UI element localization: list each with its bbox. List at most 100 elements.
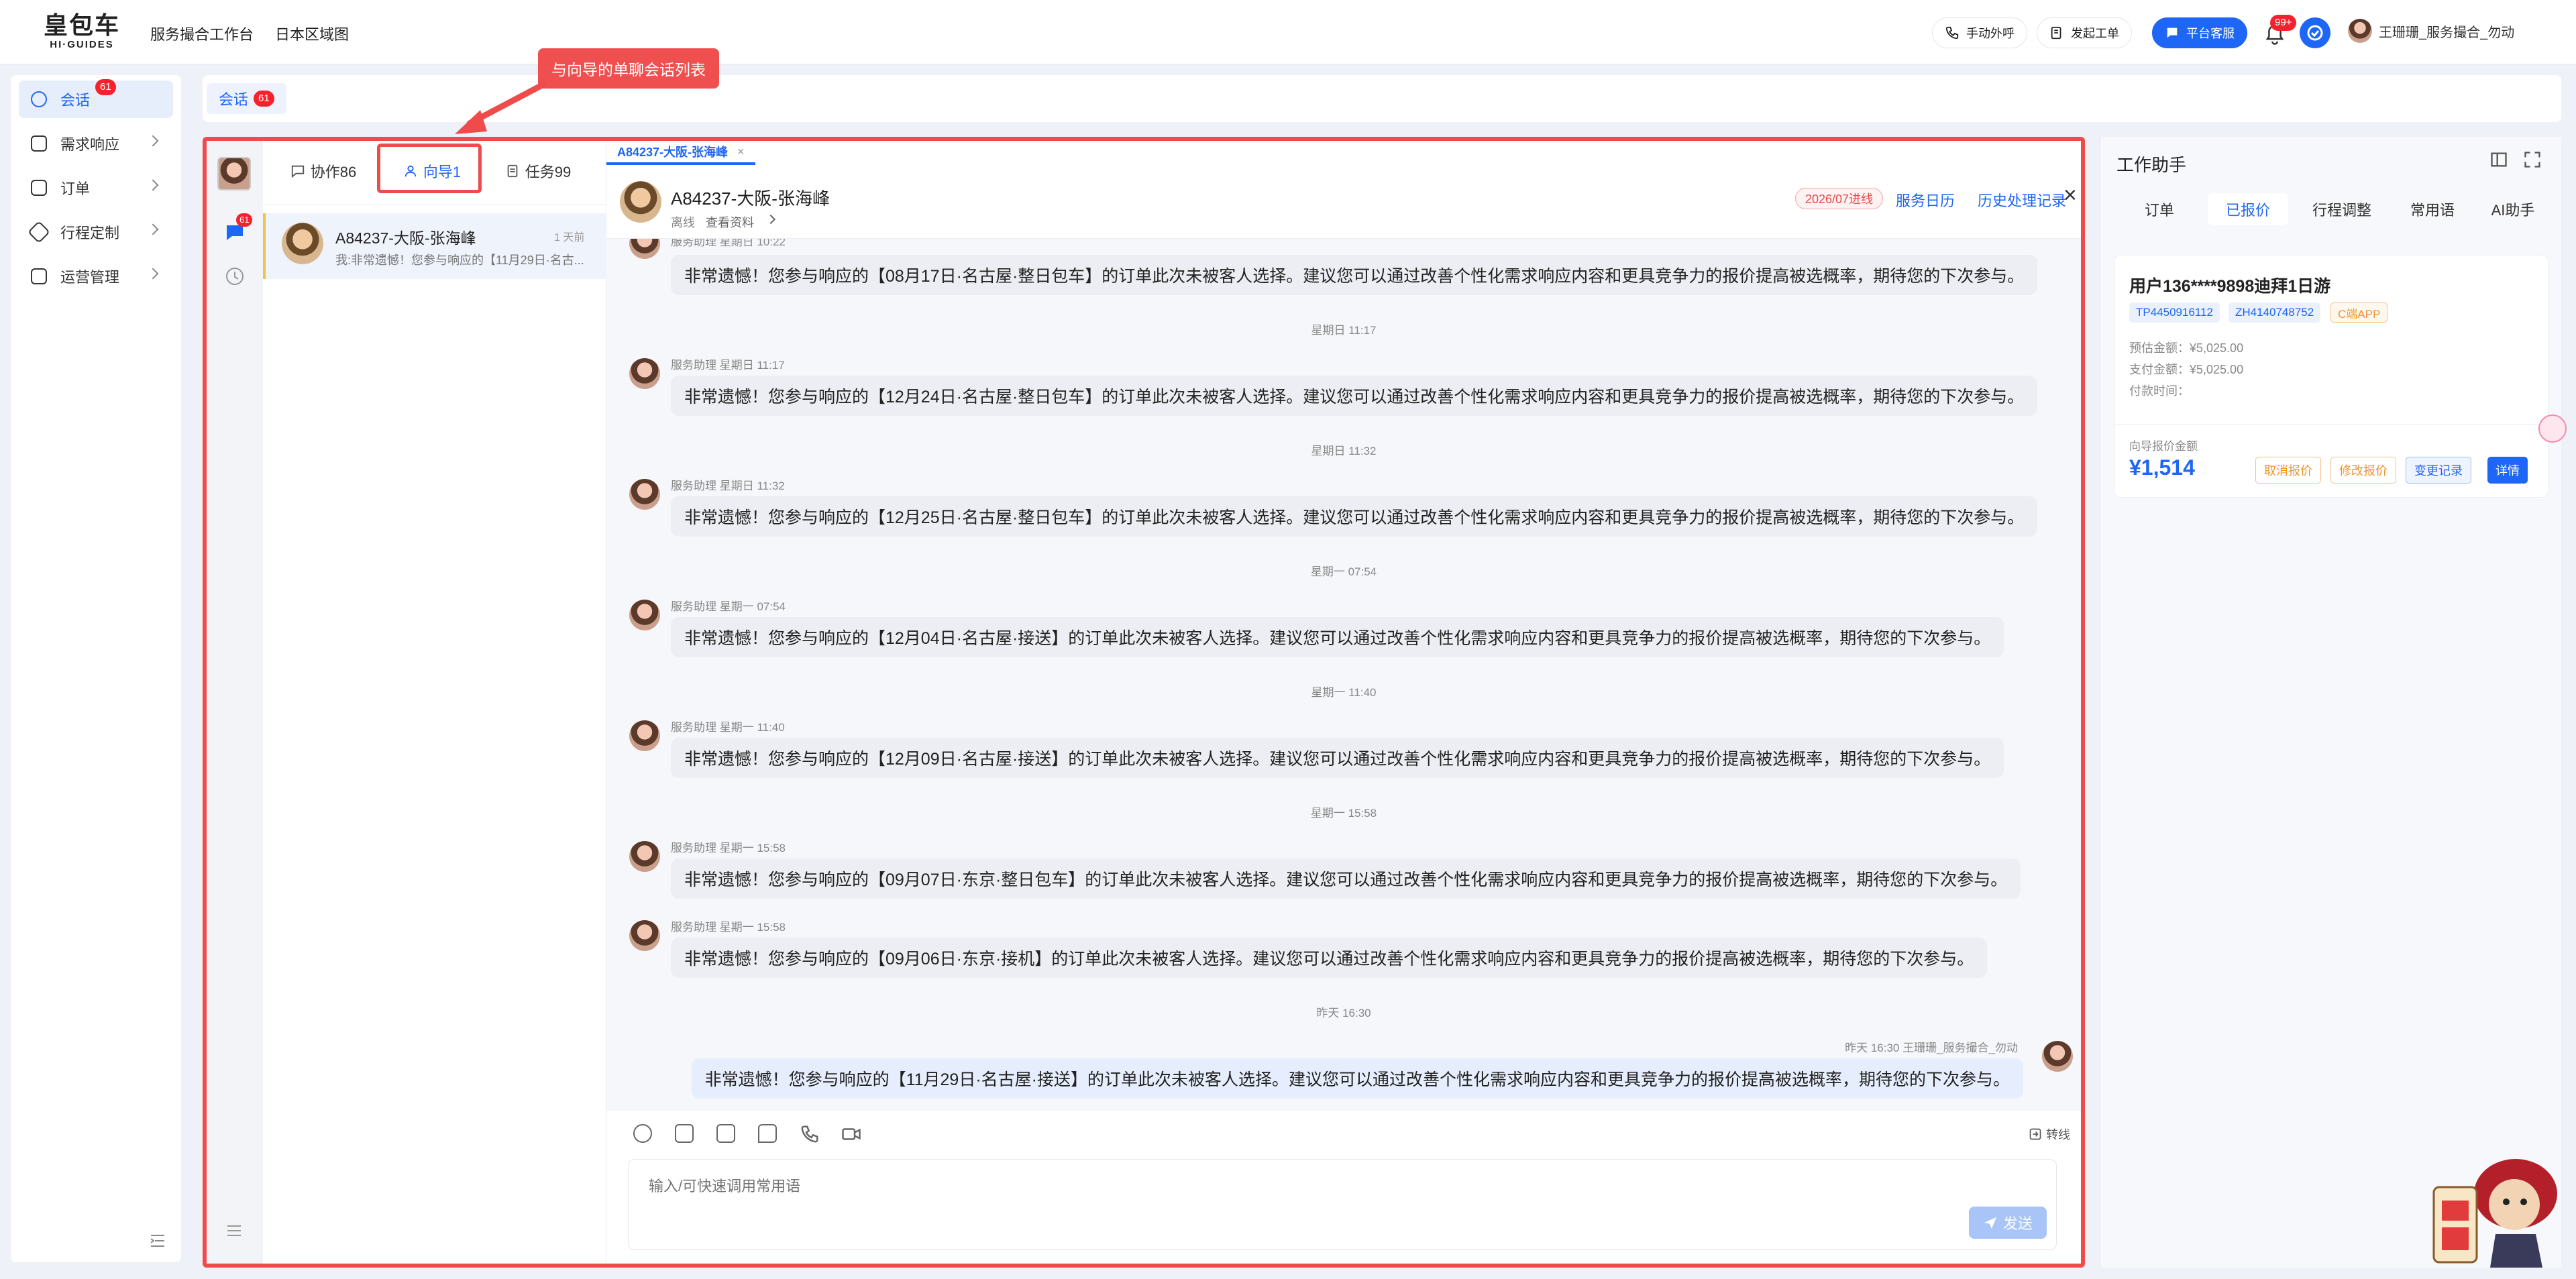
create-ticket-button[interactable]: 发起工单 [2037,17,2132,48]
list-item[interactable]: A84237-大阪-张海峰 1 天前 我:非常遗憾！您参与响应的【11月29日·… [263,213,606,279]
sidebar-item-orders[interactable]: 订单 [19,169,173,207]
notification-bell[interactable]: 99+ [2262,15,2297,47]
paid-amount: 支付金额：¥5,025.00 [2129,363,2244,376]
message-meta: 服务助理 星期一 07:54 [671,600,786,613]
transfer-button[interactable]: 转线 [2029,1125,2070,1143]
manual-call-label: 手动外呼 [1966,27,2015,40]
document-icon [507,164,518,178]
message-input[interactable] [629,1160,2056,1213]
message-bubble: 非常遗憾！您参与响应的【09月06日·东京·接机】的订单此次未被客人选择。建议您… [671,938,1988,978]
fullscreen-icon[interactable] [2523,150,2542,169]
chat-icon [291,165,304,178]
message-meta: 服务助理 星期日 11:17 [671,359,785,372]
chat-header: A84237-大阪-张海峰 离线 查看资料 2026/07进线 服务日历 历史处… [606,165,2081,239]
manual-call-button[interactable]: 手动外呼 [1932,17,2027,48]
time-divider: 星期日 11:17 [1311,324,1377,337]
phone-icon[interactable] [800,1124,820,1144]
quote-value: ¥1,514 [2129,455,2195,480]
tab-itinerary-adjust[interactable]: 行程调整 [2295,193,2389,225]
sidebar-badge: 61 [95,79,116,95]
work-assistant-panel: 工作助手 订单 已报价 行程调整 常用语 AI助手 用户136****9898迪… [2100,137,2561,1268]
change-log-button[interactable]: 变更记录 [2406,457,2471,484]
sidebar-item-conversations[interactable]: 会话 61 [19,79,173,118]
history-clock-icon[interactable] [224,266,246,287]
transfer-icon [2029,1128,2041,1140]
message-bubble: 非常遗憾！您参与响应的【12月09日·名古屋·接送】的订单此次未被客人选择。建议… [671,738,2004,778]
platform-service-button[interactable]: 平台客服 [2152,17,2247,48]
sidebar-item-itinerary[interactable]: 行程定制 [19,213,173,251]
cancel-quote-button[interactable]: 取消报价 [2255,457,2321,484]
compass-icon [28,221,50,243]
inbound-tag: 2026/07进线 [1795,188,1884,209]
chat-title: A84237-大阪-张海峰 [671,188,830,209]
send-label: 发送 [2002,1215,2033,1232]
floating-helper-icon[interactable] [2538,414,2567,443]
send-button[interactable]: 发送 [1969,1207,2047,1239]
nav-service-workbench[interactable]: 服务撮合工作台 [150,23,254,44]
message-meta: 服务助理 星期一 15:58 [671,921,786,934]
chevron-right-icon [147,268,159,280]
tab-common-phrases[interactable]: 常用语 [2396,193,2469,225]
chevron-right-icon [147,179,159,191]
layout-icon[interactable] [2489,150,2508,169]
message-bubble: 非常遗憾！您参与响应的【12月04日·名古屋·接送】的订单此次未被客人选择。建议… [671,617,2004,657]
modify-quote-button[interactable]: 修改报价 [2330,457,2396,484]
rail-badge: 61 [236,213,253,227]
assistant-avatar [629,239,660,259]
conversation-name: A84237-大阪-张海峰 [335,229,476,247]
chat-tab[interactable]: A84237-大阪-张海峰 × [606,141,755,165]
sidebar-item-demand-response[interactable]: 需求响应 [19,125,173,162]
estimated-amount: 预估金额：¥5,025.00 [2129,341,2244,355]
folder-icon[interactable] [716,1124,735,1143]
video-icon[interactable] [841,1124,861,1144]
collapse-sidebar-icon[interactable] [149,1233,166,1249]
chevron-right-icon [765,214,776,225]
segment-tasks[interactable]: 任务99 [488,149,588,193]
panel-title: 工作助手 [2116,155,2187,175]
chevron-right-icon [147,135,159,147]
user-avatar [2042,1041,2073,1072]
view-profile-link[interactable]: 查看资料 [706,213,754,231]
time-divider: 星期一 07:54 [1310,565,1377,578]
assistant-avatar [629,479,660,510]
list-icon [31,135,47,152]
tab-conversations[interactable]: 会话 61 [207,83,286,114]
my-message-bubble: 非常遗憾！您参与响应的【11月29日·名古屋·接送】的订单此次未被客人选择。建议… [691,1058,2023,1099]
user-avatar [2348,19,2372,43]
logo-text-cn: 皇包车 [43,11,120,40]
brand-logo[interactable]: 皇包车 HI·GUIDES [42,12,122,50]
annotation-arrow-icon [455,81,547,134]
quick-action-button[interactable] [2300,17,2330,48]
close-chat-icon[interactable]: × [2063,182,2077,209]
order-card[interactable]: 用户136****9898迪拜1日游 TP4450916112 ZH414074… [2114,255,2548,449]
segment-collaboration[interactable]: 协作86 [276,149,370,193]
sidebar-item-label: 订单 [60,180,91,197]
user-menu[interactable]: 王珊珊_服务撮合_勿动 [2348,19,2514,43]
menu-icon[interactable] [225,1223,243,1238]
conversation-list: 协作86 向导1 任务99 A84237-大阪-张海峰 1 天前 我:非常遗憾！… [263,141,606,1264]
history-records-link[interactable]: 历史处理记录 [1978,189,2066,211]
service-calendar-link[interactable]: 服务日历 [1896,189,1955,211]
sidebar-item-operations[interactable]: 运营管理 [19,258,173,295]
message-list[interactable]: 服务助理 星期日 10:22 非常遗憾！您参与响应的【08月17日·名古屋·整日… [606,239,2081,1111]
close-tab-icon[interactable]: × [737,145,745,159]
details-button[interactable]: 详情 [2487,457,2528,484]
agent-avatar[interactable] [217,157,251,190]
message-meta: 服务助理 星期一 15:58 [671,842,786,854]
message-meta: 服务助理 星期日 11:32 [671,480,785,492]
tab-quoted[interactable]: 已报价 [2208,193,2288,225]
order-number-chip: TP4450916112 [2129,302,2220,323]
nav-japan-region-map[interactable]: 日本区域图 [275,23,349,44]
message-bubble: 非常遗憾！您参与响应的【08月17日·名古屋·整日包车】的订单此次未被客人选择。… [671,255,2038,295]
chat-workspace: 61 协作86 向导1 任务99 A84237-大阪-张海峰 1 天前 我:非常… [203,137,2085,1268]
image-icon[interactable] [675,1124,694,1143]
list-divider [263,204,606,205]
guide-avatar [282,223,323,264]
chat-tab-label: A84237-大阪-张海峰 [617,146,729,159]
emoji-icon[interactable] [633,1124,652,1143]
tab-ai-assistant[interactable]: AI助手 [2476,193,2550,225]
tab-orders[interactable]: 订单 [2127,193,2192,225]
check-circle-icon [2307,25,2323,41]
conversation-time: 1 天前 [554,232,585,243]
quick-reply-icon[interactable] [758,1124,777,1143]
